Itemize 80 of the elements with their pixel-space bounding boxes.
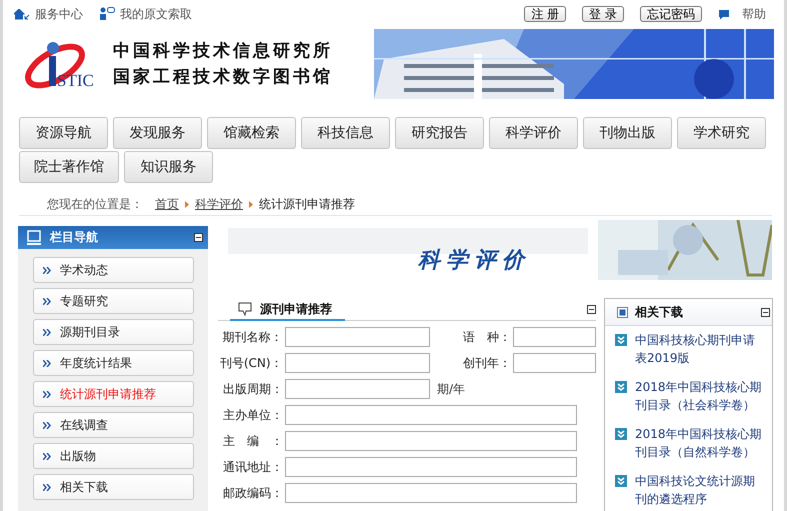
nav-tab[interactable]: 馆藏检索 — [207, 117, 296, 149]
double-chevron-icon — [43, 484, 52, 490]
nav-tab[interactable]: 科学评价 — [489, 117, 578, 149]
home-icon — [14, 8, 30, 20]
nav-tab[interactable]: 科技信息 — [301, 117, 390, 149]
speech-bubble-icon — [238, 302, 252, 316]
download-icon — [615, 334, 627, 346]
computer-icon — [26, 230, 42, 246]
link-icon — [617, 306, 628, 318]
nav-tab[interactable]: 发现服务 — [113, 117, 202, 149]
sidebar-item[interactable]: 年度统计结果 — [33, 350, 194, 376]
double-chevron-icon — [43, 422, 52, 428]
nav-tab[interactable]: 研究报告 — [395, 117, 484, 149]
top-button[interactable]: 注 册 — [524, 6, 566, 22]
downloads-title: 相关下载 — [635, 304, 684, 320]
field-unit: 期/年 — [437, 380, 466, 398]
sidebar-item[interactable]: 出版物 — [33, 443, 194, 469]
download-link[interactable]: 中国科技核心期刊申请表2019版 — [635, 331, 764, 367]
field-label: 期刊名称： — [222, 328, 284, 346]
breadcrumb-link[interactable]: 首页 — [155, 196, 179, 213]
field-label: 主 编 ： — [222, 432, 284, 450]
form-title: 源刊申请推荐 — [260, 300, 333, 318]
collapse-icon[interactable] — [761, 308, 770, 316]
banner-title: 科学评价 — [418, 247, 530, 275]
input-field[interactable] — [284, 327, 430, 347]
field-label: 出版周期： — [222, 380, 284, 398]
double-chevron-icon — [43, 360, 52, 366]
input-field[interactable] — [513, 327, 596, 347]
sidebar-title: 栏目导航 — [50, 229, 99, 246]
sidebar-item[interactable]: 专题研究 — [33, 288, 194, 314]
collapse-icon[interactable] — [587, 304, 596, 314]
download-link[interactable]: 2018年中国科技核心期刊目录（自然科学卷） — [635, 425, 764, 461]
double-chevron-icon — [43, 298, 52, 304]
download-icon — [615, 381, 627, 393]
breadcrumb-label: 您现在的位置是： — [47, 196, 143, 213]
arrow-icon — [249, 201, 253, 208]
breadcrumb-link[interactable]: 科学评价 — [195, 196, 243, 213]
double-chevron-icon — [43, 328, 52, 336]
field-label: 邮政编码： — [222, 484, 284, 502]
sidebar-item[interactable]: 相关下载 — [33, 474, 194, 500]
input-field[interactable] — [285, 457, 577, 477]
download-link[interactable]: 2018年中国科技核心期刊目录（社会科学卷） — [635, 378, 764, 414]
field-label: 刊号(CN)： — [218, 354, 284, 372]
top-button[interactable]: 忘记密码 — [640, 6, 702, 22]
nav-tab[interactable]: 知识服务 — [124, 151, 213, 183]
input-field[interactable] — [284, 353, 430, 373]
sidebar-item[interactable]: 统计源刊申请推荐 — [33, 381, 194, 407]
field-label: 主办单位： — [222, 406, 284, 424]
nav-tab[interactable]: 院士著作馆 — [19, 151, 119, 183]
collapse-icon[interactable] — [194, 233, 203, 242]
organization-name: 国家工程技术数字图书馆 — [113, 66, 334, 89]
help-icon — [718, 8, 730, 20]
top-link[interactable]: 我的原文索取 — [120, 6, 192, 22]
input-field[interactable] — [285, 431, 577, 451]
field-label: 创刊年： — [462, 354, 512, 372]
sidebar-item[interactable]: 学术动态 — [33, 257, 194, 283]
field-label: 通讯地址： — [222, 458, 284, 476]
download-link[interactable]: 中国科技论文统计源期刊的遴选程序 — [635, 472, 764, 508]
nav-tab[interactable]: 资源导航 — [19, 117, 108, 149]
sidebar-item[interactable]: 在线调查 — [33, 412, 194, 438]
top-link[interactable]: 服务中心 — [35, 6, 83, 22]
arrow-icon — [185, 201, 189, 208]
top-button[interactable]: 登 录 — [582, 6, 624, 22]
input-field[interactable] — [513, 353, 596, 373]
sidebar-item[interactable]: 源期刊目录 — [33, 319, 194, 345]
download-icon — [615, 475, 627, 487]
nav-tab[interactable]: 学术研究 — [677, 117, 766, 149]
input-field[interactable] — [285, 379, 430, 399]
organization-name: 中国科学技术信息研究所 — [113, 40, 334, 63]
input-field[interactable] — [285, 483, 577, 503]
nav-tab[interactable]: 刊物出版 — [583, 117, 672, 149]
user-chat-icon — [99, 7, 115, 21]
breadcrumb-current: 统计源刊申请推荐 — [259, 196, 355, 213]
help-link[interactable]: 帮助 — [742, 6, 766, 22]
download-icon — [615, 428, 627, 440]
input-field[interactable] — [285, 405, 577, 425]
double-chevron-icon — [43, 266, 52, 274]
field-label: 语 种： — [462, 328, 512, 346]
double-chevron-icon — [43, 452, 52, 460]
double-chevron-icon — [43, 390, 52, 398]
